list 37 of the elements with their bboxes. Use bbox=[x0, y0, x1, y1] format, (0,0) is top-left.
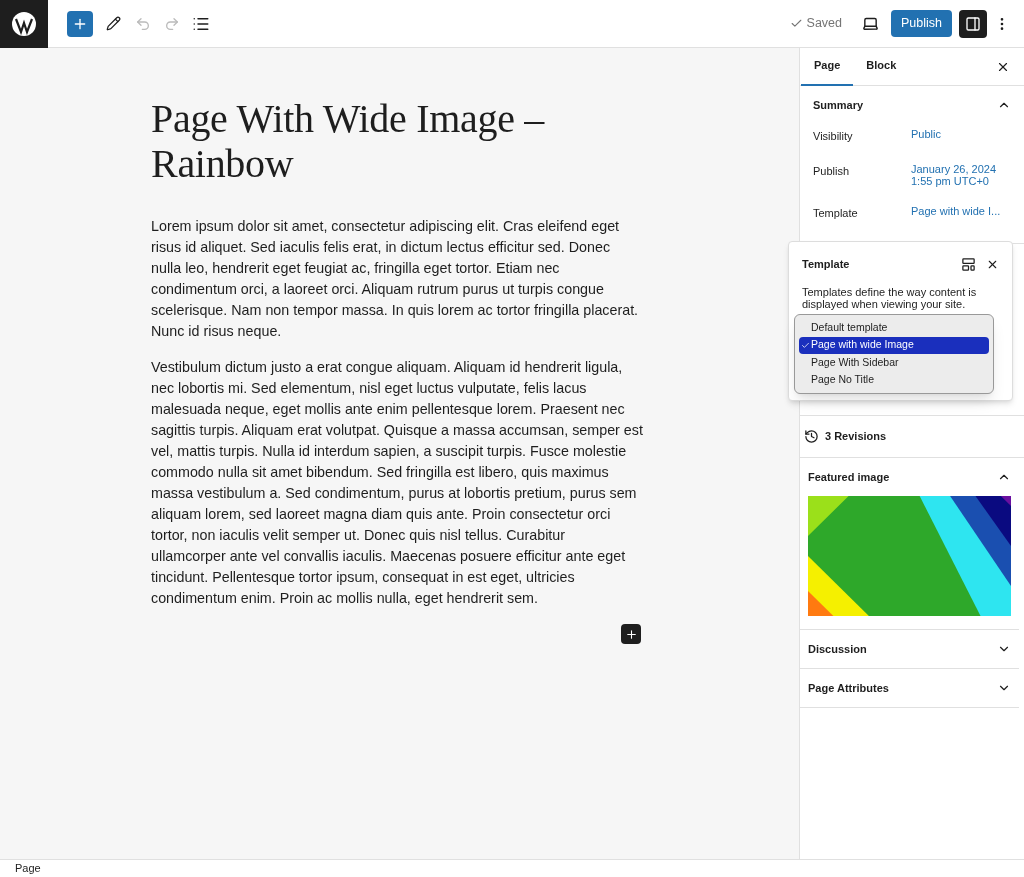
panel-header[interactable]: Discussion bbox=[808, 630, 1011, 668]
template-add-icon[interactable] bbox=[961, 256, 976, 272]
plus-icon bbox=[624, 627, 638, 641]
paragraph[interactable]: Lorem ipsum dolor sit amet, consectetur adipiscing elit. Cras eleifend eget risus id aliquet. Sed iaculis felis erat, in dictum lectus efficitur sed. Donec nulla leo, hendrerit eget feugiat ac, fringilla eget tortor. Etiam nec condimentum orci, a laoreet orci. Aliquam rutrum purus ut turpis congue scelerisque. Nam non tempor massa. In quis lorem ac tortor fringilla placerat. Nunc id risus neque. bbox=[151, 216, 643, 342]
page-title[interactable]: Page With Wide Image – Rainbow bbox=[151, 96, 643, 186]
saved-status: Saved bbox=[789, 14, 842, 33]
pencil-icon[interactable] bbox=[106, 16, 121, 31]
sidebar-tab[interactable]: Page bbox=[801, 47, 854, 86]
sidebar-icon bbox=[965, 15, 981, 32]
summary-label: Visibility bbox=[813, 129, 854, 144]
sidebar-tab[interactable]: Block bbox=[853, 47, 910, 86]
publish-button[interactable]: Publish bbox=[891, 10, 952, 37]
template-option[interactable]: Page With Sidebar bbox=[799, 354, 989, 372]
status-bar: Page bbox=[0, 859, 1024, 877]
summary-label: Publish bbox=[813, 163, 851, 179]
summary-panel-header[interactable]: Summary bbox=[813, 86, 1011, 124]
check-icon bbox=[789, 17, 803, 30]
template-option[interactable]: Page with wide Image bbox=[799, 336, 989, 354]
summary-value-link[interactable]: January 26, 2024 1:55 pm UTC+0 bbox=[911, 162, 996, 187]
template-option[interactable]: Page No Title bbox=[799, 371, 989, 389]
popover-description: Templates define the way content is displayed when viewing your site. bbox=[802, 286, 978, 310]
popover-title: Template bbox=[802, 256, 851, 272]
laptop-icon[interactable] bbox=[862, 15, 879, 32]
summary-label: Template bbox=[813, 205, 859, 221]
summary-value-link[interactable]: Public bbox=[911, 128, 941, 145]
add-block-button[interactable] bbox=[621, 624, 641, 644]
revisions-link[interactable]: 3 Revisions bbox=[825, 428, 887, 445]
wordpress-logo-button[interactable] bbox=[0, 0, 48, 48]
wordpress-logo-icon bbox=[11, 10, 37, 37]
summary-value-link[interactable]: Page with wide I... bbox=[911, 204, 1001, 221]
settings-toggle-button[interactable] bbox=[959, 9, 987, 38]
history-icon bbox=[804, 429, 819, 444]
panel-header[interactable]: Featured image bbox=[808, 458, 1011, 496]
check-icon bbox=[801, 340, 810, 350]
panel-header[interactable]: Page Attributes bbox=[808, 669, 1011, 707]
paragraph[interactable]: Vestibulum dictum justo a erat congue aliquam. Aliquam id hendrerit ligula, nec lobortis mi. Sed elementum, nisl eget luctus vulputate, felis lacus malesuada neque, eget mollis ante enim pellentesque lorem. Praesent nec sagittis turpis. Aliquam erat volutpat. Quisque a massa accumsan, semper est vel, mattis turpis. Nulla id interdum sapien, a suscipit turpis. Fusce molestie commodo nulla sit amet bibendum. Sed fringilla est libero, quis maximus massa vestibulum a. Sed condimentum, purus at lobortis pretium, purus sem aliquam lorem, sed laoreet magna diam quis ante. Proin consectetur orci tortor, non iaculis velit semper ut. Donec quis nisl tellus. Curabitur ullamcorper ante vel convallis iaculis. Maecenas posuere efficitur ante eget tincidunt. Pellentesque tortor ipsum, consequat in est eget, ultricies condimentum enim. Proin ac mollis nulla, eget hendrerit sem. bbox=[151, 357, 643, 609]
template-option[interactable]: Default template bbox=[799, 319, 989, 337]
